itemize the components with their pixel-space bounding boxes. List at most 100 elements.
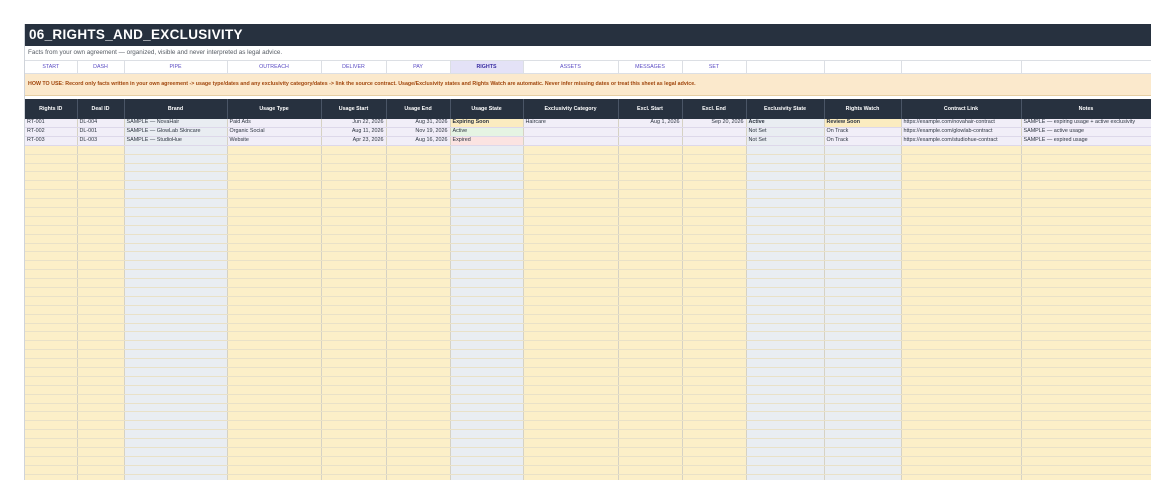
empty-cell[interactable] (1021, 154, 1151, 164)
empty-cell[interactable] (746, 243, 825, 253)
empty-cell[interactable] (824, 358, 902, 368)
empty-cell[interactable] (77, 340, 125, 351)
empty-cell[interactable] (321, 331, 387, 342)
empty-cell[interactable] (227, 234, 322, 244)
column-header-usage-type[interactable]: Usage Type (227, 99, 322, 119)
empty-row[interactable] (25, 278, 1151, 288)
empty-cell[interactable] (25, 171, 78, 182)
empty-row[interactable] (25, 243, 1151, 253)
empty-cell[interactable] (523, 349, 619, 360)
empty-cell[interactable] (124, 234, 228, 244)
empty-cell[interactable] (523, 314, 619, 324)
empty-cell[interactable] (682, 163, 747, 173)
empty-cell[interactable] (227, 163, 322, 173)
empty-cell[interactable] (450, 260, 524, 271)
empty-cell[interactable] (1021, 305, 1151, 315)
empty-row[interactable] (25, 331, 1151, 342)
table-row[interactable]: RT-002 DL-001 SAMPLE — GlowLab Skincare Org… (25, 127, 1151, 137)
empty-cell[interactable] (901, 260, 1022, 271)
empty-cell[interactable] (824, 198, 902, 208)
empty-cell[interactable] (77, 465, 125, 475)
empty-cell[interactable] (450, 251, 524, 262)
empty-cell[interactable] (901, 447, 1022, 457)
empty-cell[interactable] (77, 456, 125, 466)
empty-cell[interactable] (746, 251, 825, 262)
empty-cell[interactable] (386, 358, 451, 368)
empty-cell[interactable] (618, 260, 683, 271)
empty-cell[interactable] (124, 154, 228, 164)
empty-cell[interactable] (77, 234, 125, 244)
empty-cell[interactable] (824, 145, 902, 155)
empty-cell[interactable] (1021, 180, 1151, 191)
empty-cell[interactable] (77, 171, 125, 182)
empty-cell[interactable] (682, 403, 747, 413)
empty-row[interactable] (25, 154, 1151, 164)
empty-cell[interactable] (1021, 287, 1151, 297)
tab-messages[interactable]: MESSAGES (618, 61, 683, 74)
empty-cell[interactable] (227, 456, 322, 466)
empty-cell[interactable] (77, 420, 125, 431)
empty-cell[interactable] (523, 367, 619, 377)
empty-cell[interactable] (77, 163, 125, 173)
cell-usage-start[interactable]: Apr 23, 2026 (321, 136, 387, 146)
empty-cell[interactable] (824, 376, 902, 386)
empty-cell[interactable] (227, 216, 322, 226)
empty-row[interactable] (25, 180, 1151, 191)
empty-cell[interactable] (618, 243, 683, 253)
empty-cell[interactable] (682, 429, 747, 440)
empty-cell[interactable] (523, 447, 619, 457)
column-header-usage-start[interactable]: Usage Start (321, 99, 387, 119)
empty-cell[interactable] (25, 163, 78, 173)
empty-cell[interactable] (523, 411, 619, 422)
empty-cell[interactable] (746, 260, 825, 271)
empty-cell[interactable] (824, 314, 902, 324)
empty-cell[interactable] (682, 367, 747, 377)
empty-cell[interactable] (746, 207, 825, 217)
empty-row[interactable] (25, 349, 1151, 360)
empty-cell[interactable] (450, 216, 524, 226)
empty-cell[interactable] (618, 296, 683, 306)
empty-cell[interactable] (618, 287, 683, 297)
empty-cell[interactable] (901, 189, 1022, 200)
empty-cell[interactable] (746, 474, 825, 480)
empty-cell[interactable] (618, 411, 683, 422)
empty-cell[interactable] (77, 438, 125, 448)
empty-cell[interactable] (618, 447, 683, 457)
empty-cell[interactable] (386, 411, 451, 422)
empty-cell[interactable] (746, 358, 825, 368)
empty-cell[interactable] (77, 296, 125, 306)
empty-cell[interactable] (124, 145, 228, 155)
empty-cell[interactable] (386, 145, 451, 155)
cell-excl-end[interactable]: Sep 20, 2026 (682, 119, 747, 128)
empty-cell[interactable] (746, 198, 825, 208)
empty-cell[interactable] (682, 251, 747, 262)
empty-cell[interactable] (1021, 225, 1151, 235)
empty-cell[interactable] (25, 154, 78, 164)
empty-cell[interactable] (450, 163, 524, 173)
empty-row[interactable] (25, 234, 1151, 244)
empty-cell[interactable] (124, 456, 228, 466)
empty-cell[interactable] (901, 171, 1022, 182)
tab-dash[interactable]: DASH (77, 61, 125, 74)
empty-row[interactable] (25, 474, 1151, 480)
empty-cell[interactable] (227, 367, 322, 377)
cell-brand[interactable]: SAMPLE — StudioHue (124, 136, 228, 146)
empty-cell[interactable] (901, 305, 1022, 315)
empty-cell[interactable] (824, 411, 902, 422)
empty-cell[interactable] (321, 145, 387, 155)
empty-row[interactable] (25, 225, 1151, 235)
empty-cell[interactable] (901, 349, 1022, 360)
empty-cell[interactable] (124, 243, 228, 253)
empty-cell[interactable] (682, 456, 747, 466)
empty-cell[interactable] (523, 394, 619, 404)
empty-cell[interactable] (618, 438, 683, 448)
empty-cell[interactable] (77, 269, 125, 280)
empty-cell[interactable] (901, 376, 1022, 386)
empty-cell[interactable] (321, 180, 387, 191)
empty-cell[interactable] (25, 323, 78, 333)
empty-row[interactable] (25, 145, 1151, 155)
empty-cell[interactable] (746, 376, 825, 386)
empty-cell[interactable] (124, 394, 228, 404)
empty-cell[interactable] (227, 171, 322, 182)
column-header-brand[interactable]: Brand (124, 99, 228, 119)
